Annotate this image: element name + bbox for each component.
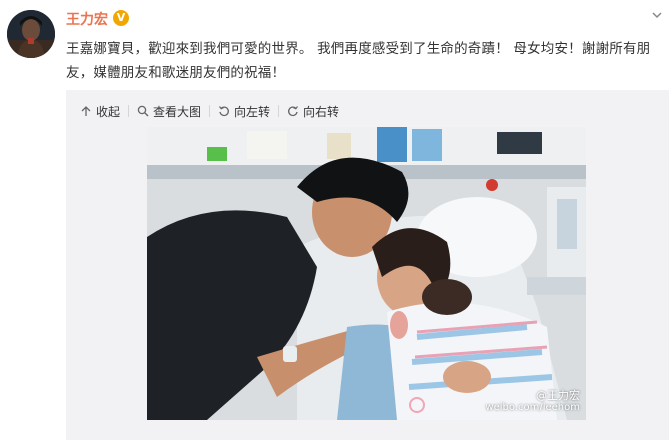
verified-badge-icon: V	[113, 10, 129, 26]
avatar-portrait-icon	[7, 10, 55, 58]
post-text-line-2: 友，媒體朋友和歌迷朋友們的祝福！	[66, 65, 286, 81]
hospital-photo-image	[147, 127, 586, 420]
search-icon	[137, 105, 149, 117]
photo-watermark: @王力宏 weibo.com/leehom	[485, 390, 580, 414]
toolbar-divider	[209, 105, 211, 117]
username-link[interactable]: 王力宏	[66, 11, 108, 29]
rotate-right-button[interactable]: 向右转	[287, 103, 339, 120]
post-photo[interactable]: @王力宏 weibo.com/leehom	[147, 127, 586, 420]
rotate-left-label: 向左转	[234, 104, 271, 119]
rotate-right-label: 向右转	[303, 104, 340, 119]
rotate-left-icon	[219, 106, 229, 117]
chevron-down-icon[interactable]	[650, 8, 664, 22]
media-toolbar: 收起 查看大图 向左转 向右转	[80, 102, 339, 120]
view-large-label: 查看大图	[153, 104, 202, 119]
toolbar-divider	[278, 105, 280, 117]
user-avatar[interactable]	[7, 10, 55, 58]
rotate-left-button[interactable]: 向左转	[218, 103, 270, 120]
collapse-button[interactable]: 收起	[80, 103, 120, 120]
rotate-right-icon	[288, 106, 299, 117]
view-large-button[interactable]: 查看大图	[137, 103, 201, 120]
post-text: 王嘉娜寶貝，歡迎來到我們可愛的世界。 我們再度感受到了生命的奇蹟！ 母女均安！謝…	[66, 37, 666, 85]
toolbar-divider	[128, 105, 130, 117]
media-panel: 收起 查看大图 向左转 向右转 @王力宏 weibo.com/leehom	[66, 90, 669, 440]
arrow-up-icon	[81, 106, 91, 116]
watermark-name: @王力宏	[536, 389, 580, 402]
watermark-url: weibo.com/leehom	[485, 402, 580, 413]
post-text-line-1: 王嘉娜寶貝，歡迎來到我們可愛的世界。 我們再度感受到了生命的奇蹟！ 母女均安！謝…	[66, 41, 651, 57]
collapse-label: 收起	[96, 104, 121, 119]
